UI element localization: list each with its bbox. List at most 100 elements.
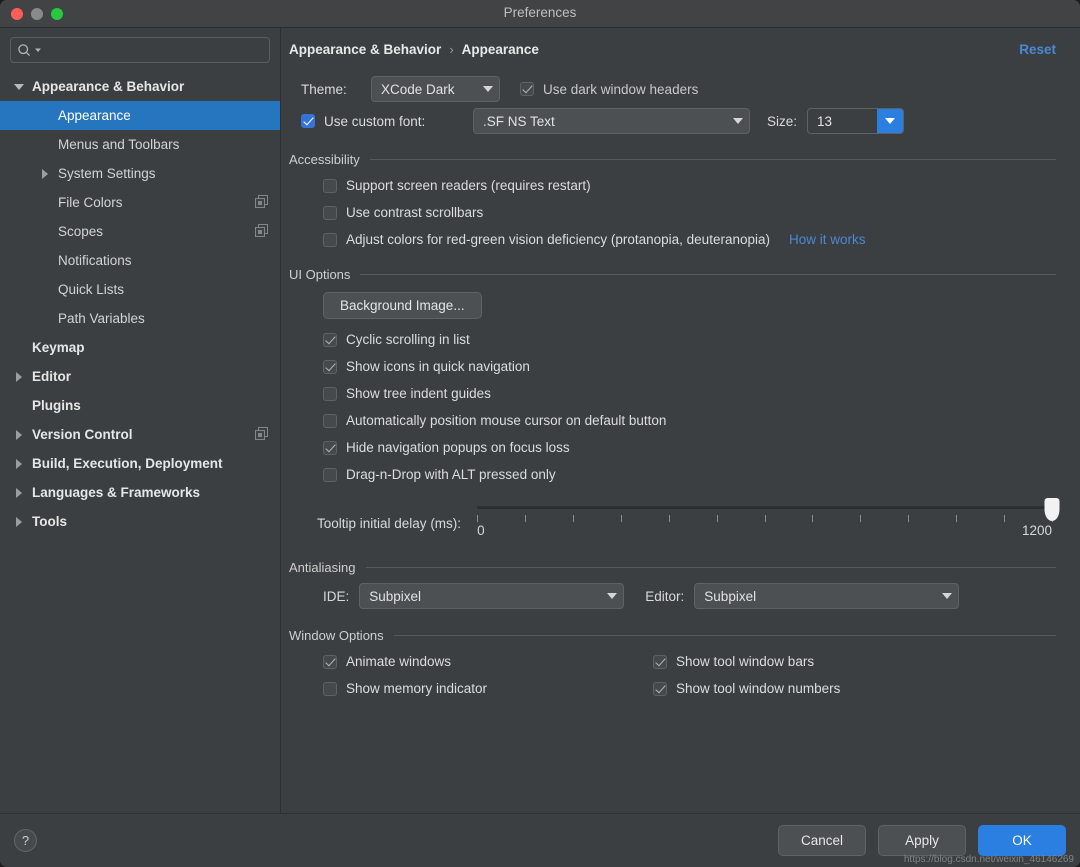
hide-navigation-popups-on-focus-loss-label: Hide navigation popups on focus loss: [346, 440, 570, 455]
chevron-down-icon: [942, 593, 953, 599]
sidebar-item-system-settings[interactable]: System Settings: [0, 159, 280, 188]
adjust-colors-for-red-green-vision-defic-checkbox[interactable]: [323, 232, 337, 247]
show-memory-indicator-label: Show memory indicator: [346, 681, 488, 696]
search-dropdown-icon[interactable]: [34, 46, 42, 54]
tooltip-delay-slider[interactable]: 0 1200: [477, 498, 1060, 544]
cancel-button[interactable]: Cancel: [778, 825, 866, 856]
copy-settings-icon[interactable]: [255, 426, 268, 443]
theme-select[interactable]: XCode Dark: [371, 76, 500, 102]
use-custom-font-row[interactable]: Use custom font:: [301, 108, 473, 135]
cyclic-scrolling-in-list-row[interactable]: Cyclic scrolling in list: [323, 326, 1056, 353]
sidebar-item-label: Menus and Toolbars: [58, 137, 180, 152]
use-contrast-scrollbars-checkbox[interactable]: [323, 205, 337, 220]
slider-tick: [1004, 515, 1006, 522]
search-container: [0, 37, 280, 72]
help-button[interactable]: ?: [14, 829, 37, 852]
twisty-expanded-icon[interactable]: [12, 83, 26, 90]
support-screen-readers-requires-restart-row[interactable]: Support screen readers (requires restart…: [323, 172, 1056, 199]
antialiasing-section-title: Antialiasing: [289, 560, 356, 575]
show-tool-window-bars-row[interactable]: Show tool window bars: [653, 648, 840, 675]
settings-sidebar: Appearance & Behavior Appearance Menus and…: [0, 28, 281, 813]
background-image-button[interactable]: Background Image...: [323, 292, 482, 319]
window-options-right-column: Show tool window bars Show tool window nu…: [653, 648, 840, 702]
sidebar-item-label: Build, Execution, Deployment: [32, 456, 223, 471]
show-tool-window-bars-checkbox[interactable]: [653, 654, 667, 669]
animate-windows-label: Animate windows: [346, 654, 452, 669]
twisty-collapsed-icon[interactable]: [12, 429, 26, 440]
use-custom-font-checkbox[interactable]: [301, 114, 315, 128]
sidebar-item-quick-lists[interactable]: Quick Lists: [0, 275, 280, 304]
sidebar-item-label: Appearance & Behavior: [32, 79, 185, 94]
automatically-position-mouse-cursor-on-d-checkbox[interactable]: [323, 413, 337, 428]
use-contrast-scrollbars-row[interactable]: Use contrast scrollbars: [323, 199, 1056, 226]
sidebar-item-label: Version Control: [32, 427, 133, 442]
slider-track: [477, 506, 1052, 509]
cyclic-scrolling-in-list-checkbox[interactable]: [323, 332, 337, 347]
show-tree-indent-guides-checkbox[interactable]: [323, 386, 337, 401]
search-input[interactable]: [10, 37, 270, 63]
sidebar-item-path-variables[interactable]: Path Variables: [0, 304, 280, 333]
show-tool-window-numbers-row[interactable]: Show tool window numbers: [653, 675, 840, 702]
drag-n-drop-with-alt-pressed-only-row[interactable]: Drag-n-Drop with ALT pressed only: [323, 461, 1056, 488]
automatically-position-mouse-cursor-on-d-row[interactable]: Automatically position mouse cursor on d…: [323, 407, 1056, 434]
breadcrumb: Appearance & Behavior › Appearance Reset: [289, 28, 1056, 70]
sidebar-item-build-execution-deployment[interactable]: Build, Execution, Deployment: [0, 449, 280, 478]
dialog-buttons: Cancel Apply OK: [778, 825, 1066, 856]
copy-settings-icon[interactable]: [255, 223, 268, 240]
antialiasing-ide-value: Subpixel: [369, 588, 422, 604]
sidebar-item-tools[interactable]: Tools: [0, 507, 280, 536]
antialiasing-editor-select[interactable]: Subpixel: [694, 583, 960, 609]
show-tree-indent-guides-row[interactable]: Show tree indent guides: [323, 380, 1056, 407]
sidebar-item-appearance-behavior[interactable]: Appearance & Behavior: [0, 72, 280, 101]
tooltip-delay-row: Tooltip initial delay (ms): 0 1200: [317, 498, 1060, 544]
slider-thumb[interactable]: [1044, 498, 1060, 521]
sidebar-item-scopes[interactable]: Scopes: [0, 217, 280, 246]
breadcrumb-parent[interactable]: Appearance & Behavior: [289, 42, 441, 57]
show-icons-in-quick-navigation-checkbox[interactable]: [323, 359, 337, 374]
ok-button[interactable]: OK: [978, 825, 1066, 856]
sidebar-item-plugins[interactable]: Plugins: [0, 391, 280, 420]
sidebar-item-menus-and-toolbars[interactable]: Menus and Toolbars: [0, 130, 280, 159]
support-screen-readers-requires-restart-checkbox[interactable]: [323, 178, 337, 193]
twisty-collapsed-icon[interactable]: [12, 487, 26, 498]
show-memory-indicator-checkbox[interactable]: [323, 681, 337, 696]
slider-tick: [620, 515, 622, 522]
reset-link[interactable]: Reset: [1019, 42, 1056, 57]
twisty-collapsed-icon[interactable]: [12, 458, 26, 469]
breadcrumb-current: Appearance: [461, 41, 539, 57]
sidebar-item-version-control[interactable]: Version Control: [0, 420, 280, 449]
show-icons-in-quick-navigation-row[interactable]: Show icons in quick navigation: [323, 353, 1056, 380]
sidebar-item-file-colors[interactable]: File Colors: [0, 188, 280, 217]
animate-windows-checkbox[interactable]: [323, 654, 337, 669]
cyclic-scrolling-in-list-label: Cyclic scrolling in list: [346, 332, 470, 347]
font-size-stepper[interactable]: 13: [807, 108, 905, 134]
show-tool-window-numbers-label: Show tool window numbers: [676, 681, 841, 696]
use-custom-font-label: Use custom font:: [324, 113, 426, 129]
twisty-collapsed-icon[interactable]: [38, 168, 52, 179]
slider-tick: [524, 515, 526, 522]
use-dark-window-headers-row[interactable]: Use dark window headers: [520, 76, 698, 103]
sidebar-item-editor[interactable]: Editor: [0, 362, 280, 391]
animate-windows-row[interactable]: Animate windows: [323, 648, 653, 675]
hide-navigation-popups-on-focus-loss-checkbox[interactable]: [323, 440, 337, 455]
sidebar-item-appearance[interactable]: Appearance: [0, 101, 280, 130]
hide-navigation-popups-on-focus-loss-row[interactable]: Hide navigation popups on focus loss: [323, 434, 1056, 461]
antialiasing-ide-select[interactable]: Subpixel: [359, 583, 625, 609]
copy-settings-icon[interactable]: [255, 194, 268, 211]
sidebar-item-languages-frameworks[interactable]: Languages & Frameworks: [0, 478, 280, 507]
sidebar-item-keymap[interactable]: Keymap: [0, 333, 280, 362]
sidebar-item-label: Plugins: [32, 398, 81, 413]
how-it-works-link[interactable]: How it works: [789, 232, 866, 247]
use-dark-window-headers-checkbox[interactable]: [520, 82, 534, 96]
sidebar-item-notifications[interactable]: Notifications: [0, 246, 280, 275]
show-tool-window-numbers-checkbox[interactable]: [653, 681, 667, 696]
twisty-collapsed-icon[interactable]: [12, 371, 26, 382]
drag-n-drop-with-alt-pressed-only-checkbox[interactable]: [323, 467, 337, 482]
antialiasing-editor-value: Subpixel: [704, 588, 757, 604]
apply-button[interactable]: Apply: [878, 825, 966, 856]
custom-font-select[interactable]: .SF NS Text: [473, 108, 750, 134]
adjust-colors-for-red-green-vision-defic-row[interactable]: Adjust colors for red-green vision defic…: [323, 226, 1056, 253]
font-size-dropdown-button[interactable]: [877, 109, 904, 133]
twisty-collapsed-icon[interactable]: [12, 516, 26, 527]
show-memory-indicator-row[interactable]: Show memory indicator: [323, 675, 653, 702]
